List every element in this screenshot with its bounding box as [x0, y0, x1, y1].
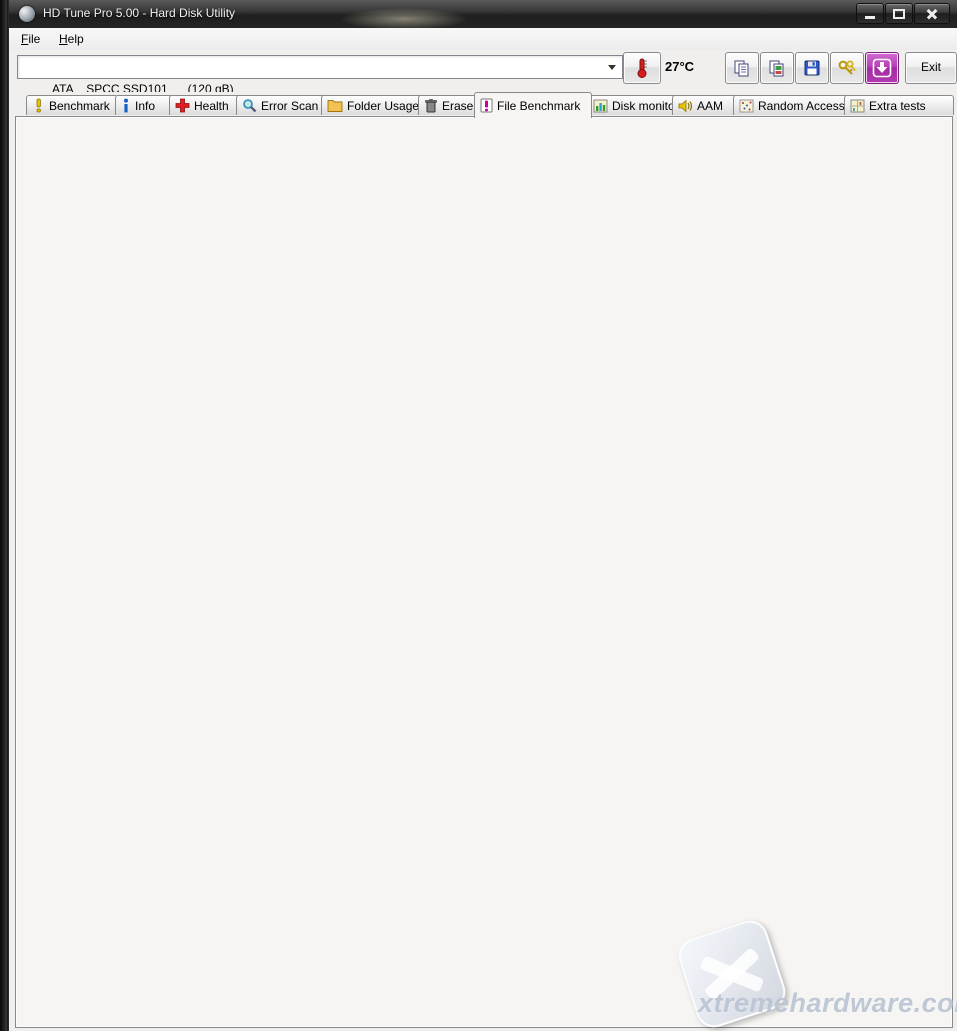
disk-monitor-icon	[593, 99, 608, 113]
health-cross-icon	[175, 98, 190, 113]
tab-label: Extra tests	[869, 99, 926, 113]
tab-file-benchmark[interactable]: File Benchmark	[474, 92, 592, 118]
tab-label: Disk monitor	[612, 99, 679, 113]
watermark: xtremehardware.com	[698, 988, 957, 1019]
file-benchmark-panel	[15, 116, 953, 1028]
tab-extra-tests[interactable]: Extra tests	[844, 95, 954, 115]
title-bar: HD Tune Pro 5.00 - Hard Disk Utility	[9, 0, 957, 28]
drive-select-combo[interactable]: ATA SPCC SSD101 (120 gB)	[17, 55, 623, 79]
tab-bar: Benchmark Info Health Error Scan Folder …	[9, 92, 957, 117]
menu-bar: File Help	[9, 28, 957, 51]
window-title: HD Tune Pro 5.00 - Hard Disk Utility	[43, 6, 235, 20]
keys-icon	[837, 59, 857, 77]
menu-file[interactable]: File	[17, 32, 44, 46]
titlebar-glow	[339, 8, 469, 30]
close-icon	[915, 4, 949, 23]
speaker-icon	[678, 99, 693, 113]
tab-label: Folder Usage	[347, 99, 419, 113]
menu-help[interactable]: Help	[55, 32, 88, 46]
file-benchmark-icon	[480, 98, 493, 113]
tab-label: Error Scan	[261, 99, 318, 113]
toolbar: ATA SPCC SSD101 (120 gB) 27°C	[9, 50, 957, 92]
close-button[interactable]	[914, 3, 950, 24]
download-button[interactable]	[865, 52, 899, 84]
copy-text-button[interactable]	[725, 52, 759, 84]
maximize-button[interactable]	[885, 3, 913, 24]
extra-tests-icon	[850, 99, 865, 113]
minimize-icon	[865, 16, 875, 19]
copy-image-button[interactable]	[760, 52, 794, 84]
benchmark-icon	[32, 98, 45, 113]
save-icon	[803, 59, 821, 77]
maximize-icon	[893, 9, 905, 19]
tab-label: Erase	[442, 99, 473, 113]
folder-icon	[327, 99, 343, 113]
temperature-button[interactable]	[623, 52, 661, 84]
chevron-down-icon	[608, 65, 616, 74]
app-icon	[19, 6, 35, 22]
tab-erase[interactable]: Erase	[418, 95, 482, 115]
minimize-button[interactable]	[856, 3, 884, 24]
tab-benchmark[interactable]: Benchmark	[26, 95, 118, 115]
tab-info[interactable]: Info	[115, 95, 173, 115]
magnifier-icon	[242, 98, 257, 113]
trash-icon	[424, 98, 438, 113]
exit-button[interactable]: Exit	[905, 52, 957, 84]
screenshot-root: HD Tune Pro 5.00 - Hard Disk Utility Fil…	[0, 0, 957, 1031]
app-window: HD Tune Pro 5.00 - Hard Disk Utility Fil…	[8, 0, 957, 1031]
copy-image-icon	[768, 59, 786, 77]
background-window-edge	[0, 0, 8, 1031]
scatter-dots-icon	[739, 99, 754, 113]
tab-health[interactable]: Health	[169, 95, 241, 115]
tab-label: Info	[135, 99, 155, 113]
copy-text-icon	[733, 59, 751, 77]
tab-error-scan[interactable]: Error Scan	[236, 95, 326, 115]
info-icon	[121, 98, 131, 113]
temperature-value: 27°C	[665, 59, 694, 74]
download-arrow-icon	[872, 58, 892, 78]
tab-random-access[interactable]: Random Access	[733, 95, 849, 115]
thermometer-icon	[633, 57, 651, 79]
tab-label: Health	[194, 99, 229, 113]
tab-aam[interactable]: AAM	[672, 95, 738, 115]
options-button[interactable]	[830, 52, 864, 84]
tab-label: File Benchmark	[497, 99, 580, 113]
tab-label: Random Access	[758, 99, 845, 113]
tab-folder-usage[interactable]: Folder Usage	[321, 95, 423, 115]
tab-label: AAM	[697, 99, 723, 113]
save-button[interactable]	[795, 52, 829, 84]
tab-label: Benchmark	[49, 99, 110, 113]
tab-disk-monitor[interactable]: Disk monitor	[587, 95, 679, 115]
